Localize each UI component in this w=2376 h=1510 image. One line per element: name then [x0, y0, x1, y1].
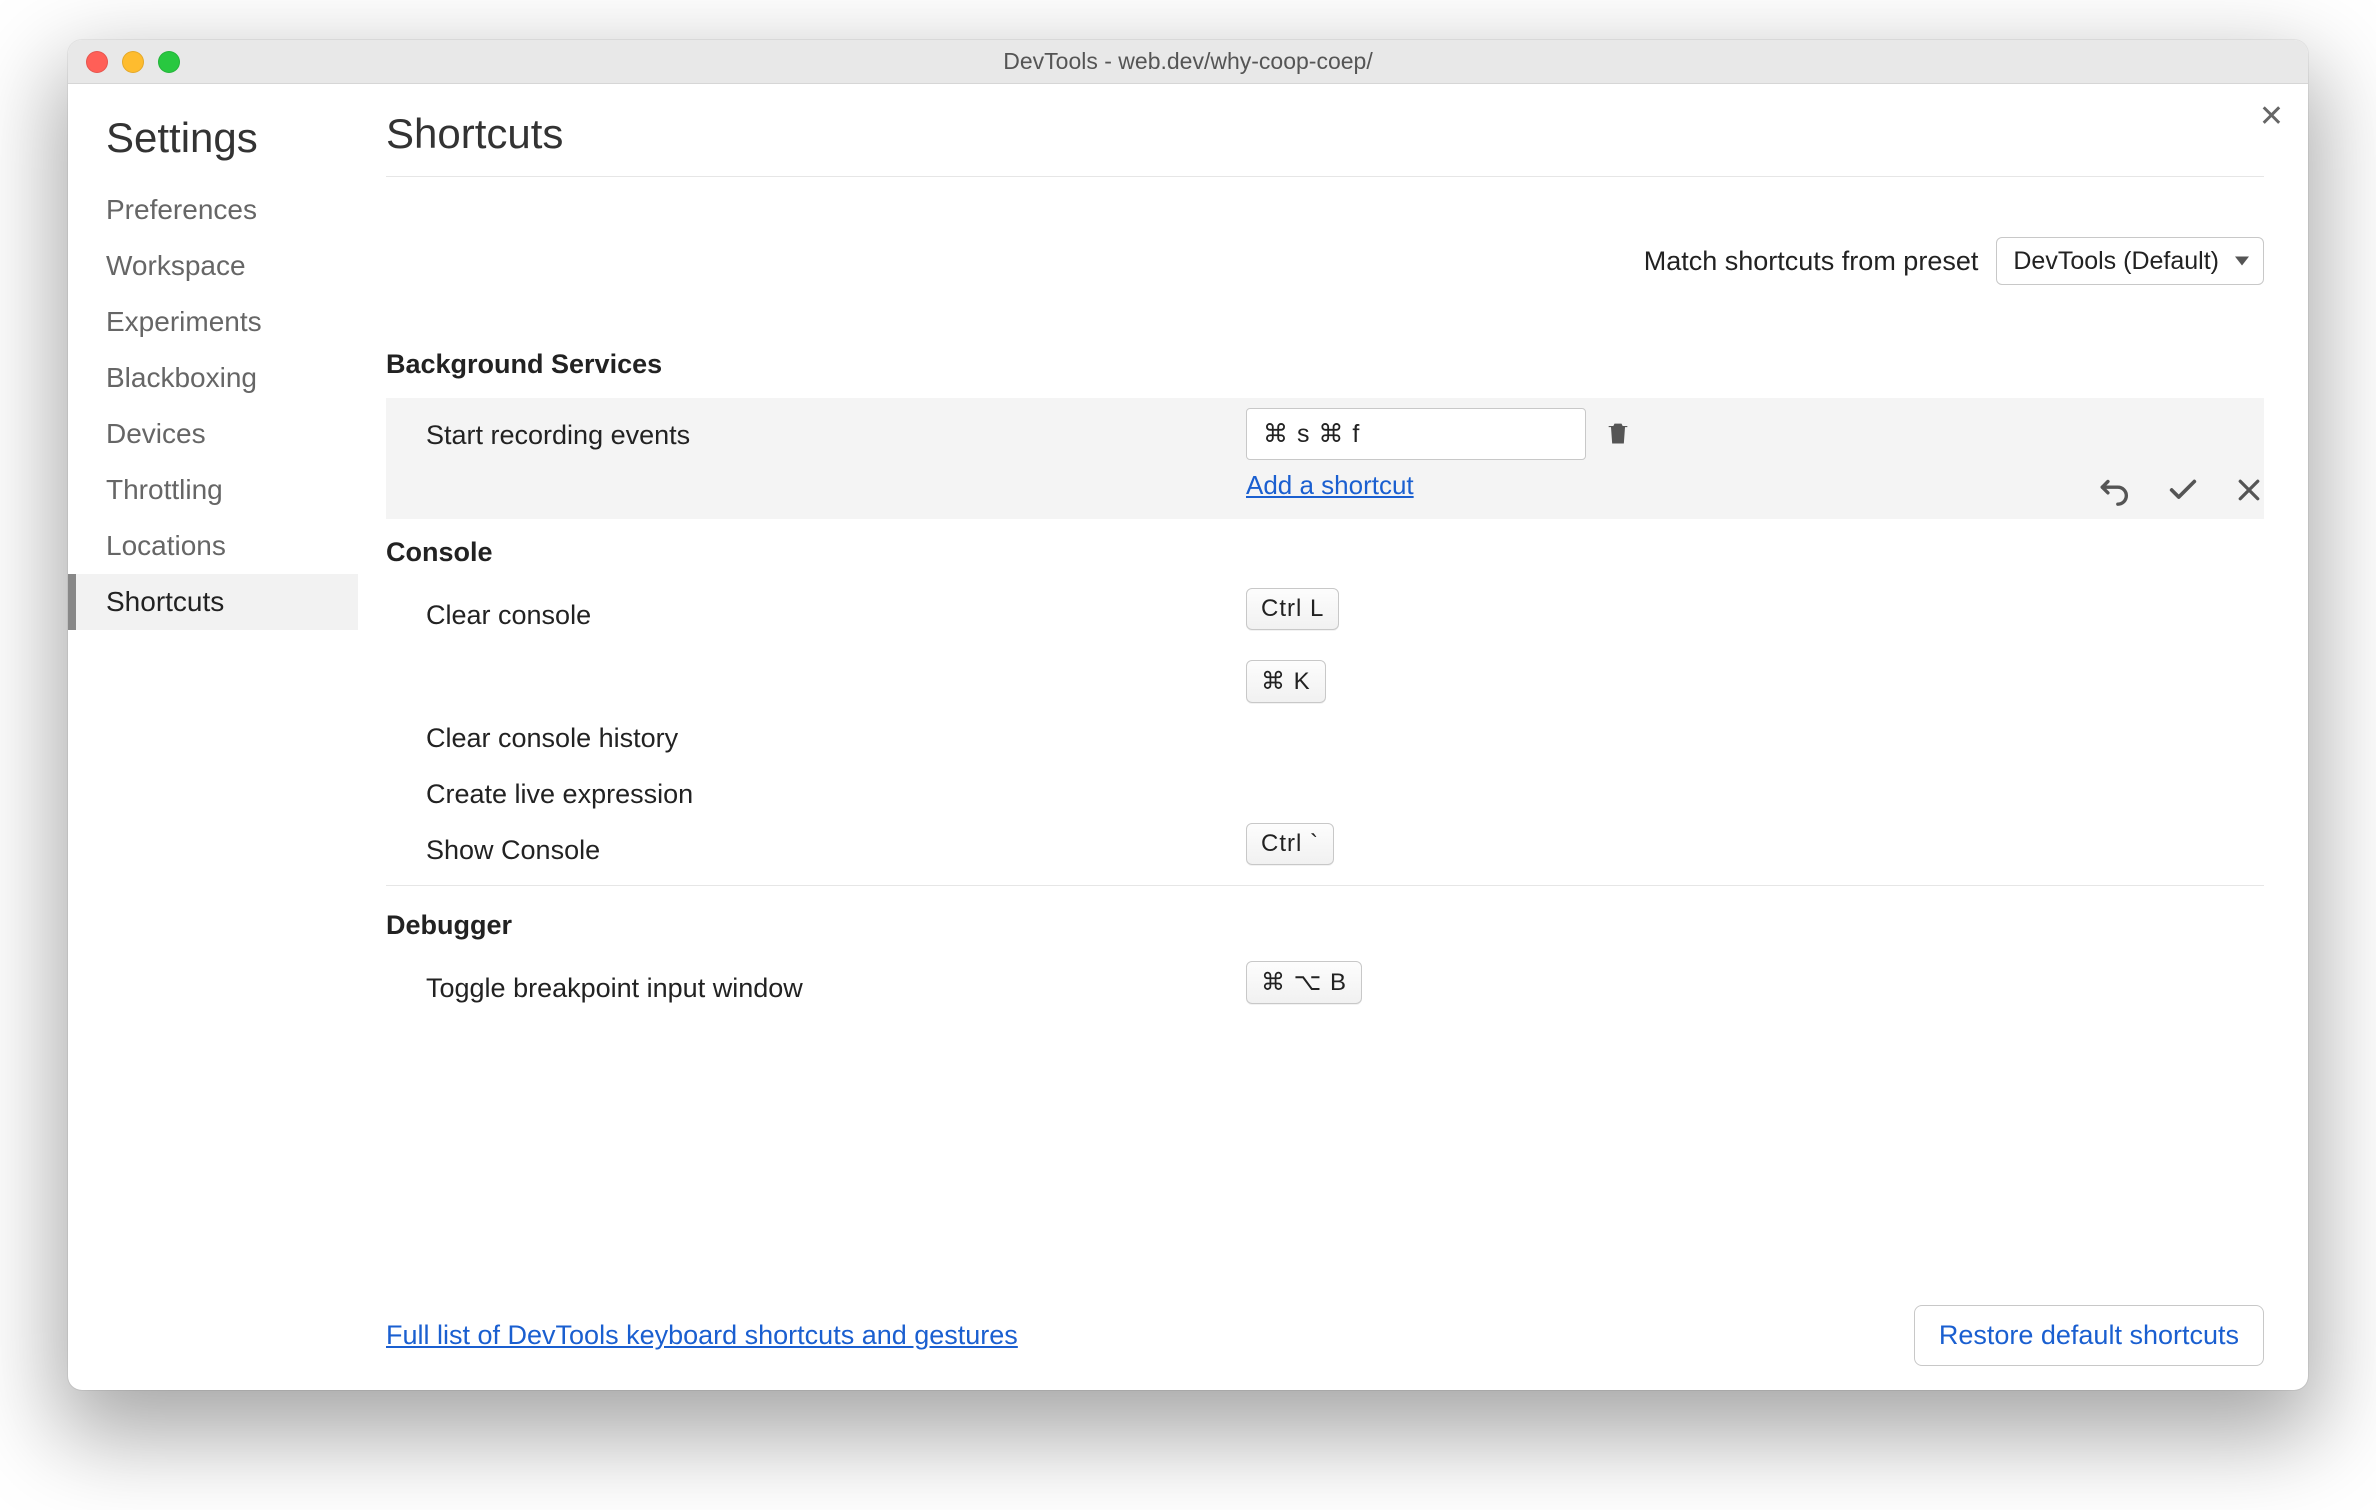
- sidebar-item-preferences[interactable]: Preferences: [68, 182, 358, 238]
- shortcut-badge[interactable]: ⌘ K: [1246, 660, 1326, 703]
- shortcut-label: Create live expression: [426, 767, 1246, 810]
- restore-defaults-button[interactable]: Restore default shortcuts: [1914, 1305, 2264, 1366]
- shortcut-row: Clear console history: [386, 707, 2264, 763]
- shortcut-row-editing: Start recording events ⌘ s ⌘ f: [386, 398, 2264, 519]
- settings-sidebar: Settings Preferences Workspace Experimen…: [68, 84, 358, 1390]
- shortcut-list: Background Services Start recording even…: [386, 335, 2264, 1287]
- sidebar-item-devices[interactable]: Devices: [68, 406, 358, 462]
- sidebar-item-throttling[interactable]: Throttling: [68, 462, 358, 518]
- sidebar-item-shortcuts[interactable]: Shortcuts: [68, 574, 358, 630]
- window-title: DevTools - web.dev/why-coop-coep/: [68, 48, 2308, 75]
- shortcut-badge[interactable]: Ctrl `: [1246, 823, 1334, 865]
- preset-label: Match shortcuts from preset: [1644, 246, 1979, 277]
- sidebar-item-experiments[interactable]: Experiments: [68, 294, 358, 350]
- shortcut-label: Clear console history: [426, 711, 1246, 754]
- preset-select[interactable]: DevTools (Default): [1996, 237, 2264, 285]
- section-title: Console: [386, 519, 2264, 584]
- sidebar-item-workspace[interactable]: Workspace: [68, 238, 358, 294]
- trash-icon[interactable]: [1604, 417, 1634, 451]
- section-title: Debugger: [386, 896, 2264, 957]
- shortcut-row: Clear console Ctrl L ⌘ K: [386, 584, 2264, 707]
- undo-icon[interactable]: [2098, 473, 2132, 507]
- shortcut-chord-input[interactable]: ⌘ s ⌘ f: [1246, 408, 1586, 460]
- main-panel: Shortcuts Match shortcuts from preset De…: [358, 84, 2308, 1390]
- shortcut-badge[interactable]: Ctrl L: [1246, 588, 1339, 630]
- sidebar-item-locations[interactable]: Locations: [68, 518, 358, 574]
- shortcut-label: Clear console: [426, 588, 1246, 631]
- page-title: Shortcuts: [386, 110, 2264, 177]
- footer: Full list of DevTools keyboard shortcuts…: [386, 1287, 2264, 1390]
- shortcut-label: Toggle breakpoint input window: [426, 961, 1246, 1004]
- section-divider: [386, 885, 2264, 886]
- preset-row: Match shortcuts from preset DevTools (De…: [386, 177, 2264, 335]
- titlebar: DevTools - web.dev/why-coop-coep/: [68, 40, 2308, 84]
- shortcut-badge[interactable]: ⌘ ⌥ B: [1246, 961, 1362, 1004]
- shortcut-label: Start recording events: [426, 408, 1246, 451]
- settings-heading: Settings: [68, 114, 358, 182]
- shortcut-label: Show Console: [426, 823, 1246, 866]
- full-list-link[interactable]: Full list of DevTools keyboard shortcuts…: [386, 1320, 1018, 1351]
- shortcut-row: Create live expression: [386, 763, 2264, 819]
- add-shortcut-link[interactable]: Add a shortcut: [1246, 470, 1414, 501]
- shortcut-row: Toggle breakpoint input window ⌘ ⌥ B: [386, 957, 2264, 1013]
- section-title: Background Services: [386, 335, 2264, 396]
- sidebar-item-blackboxing[interactable]: Blackboxing: [68, 350, 358, 406]
- cancel-icon[interactable]: [2234, 475, 2264, 505]
- window: DevTools - web.dev/why-coop-coep/ ✕ Sett…: [68, 40, 2308, 1390]
- shortcut-row: Show Console Ctrl `: [386, 819, 2264, 875]
- confirm-icon[interactable]: [2166, 473, 2200, 507]
- preset-select-value: DevTools (Default): [2013, 247, 2219, 276]
